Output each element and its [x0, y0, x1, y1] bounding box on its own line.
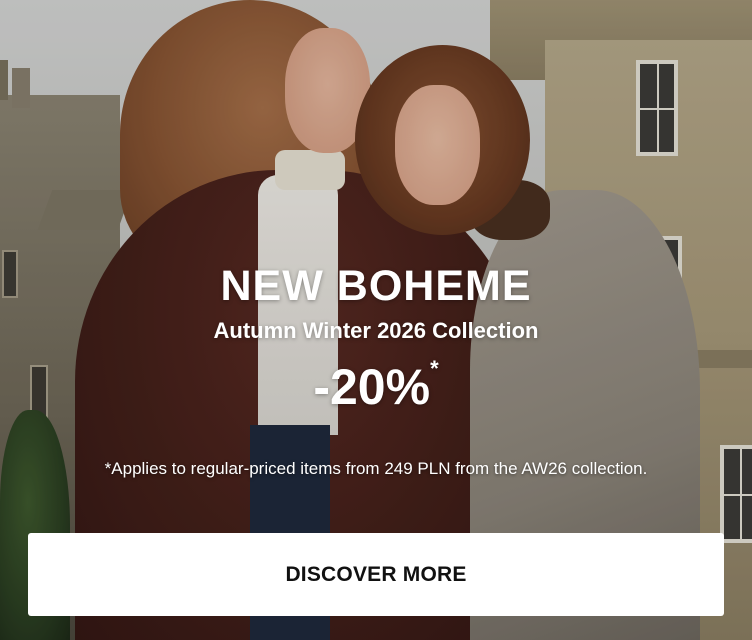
promo-banner[interactable]: NEW BOHEME Autumn Winter 2026 Collection…	[0, 0, 752, 640]
discover-more-button[interactable]: DISCOVER MORE	[28, 533, 724, 616]
discount-marker: *	[430, 356, 439, 381]
disclaimer-text: *Applies to regular-priced items from 24…	[104, 459, 648, 478]
headline: NEW BOHEME	[220, 262, 532, 310]
subheadline: Autumn Winter 2026 Collection	[213, 318, 539, 343]
discount-value: -20%*	[0, 356, 752, 416]
discount-text: -20%	[313, 359, 431, 415]
